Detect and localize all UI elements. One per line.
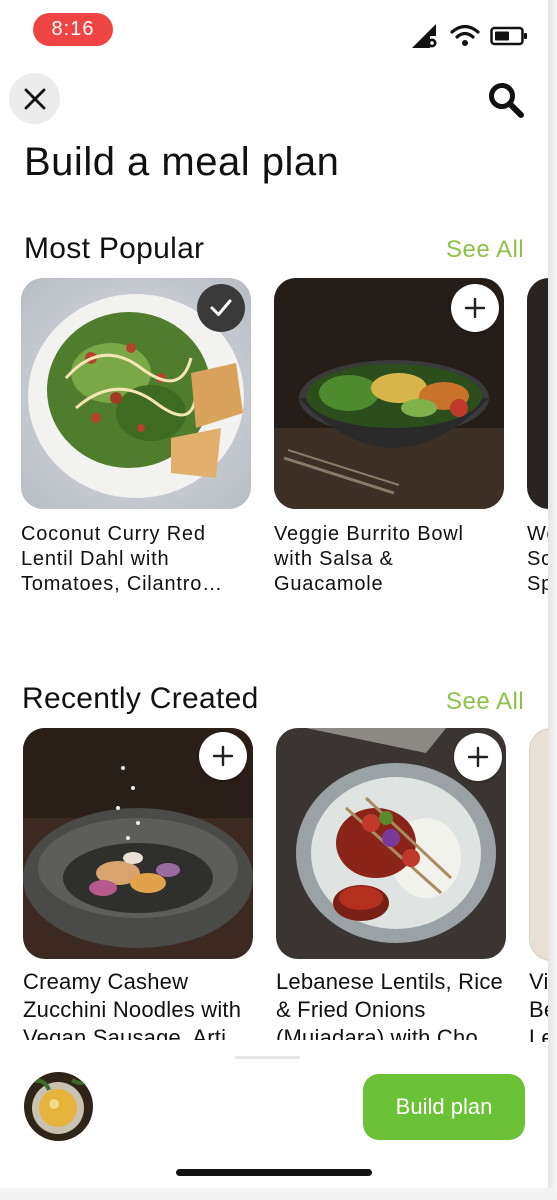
home-indicator: [176, 1169, 372, 1176]
recipe-title: Veggie Burrito Bowl with Salsa & Guacamo…: [274, 523, 464, 595]
plus-icon: [464, 297, 486, 319]
recipe-title: Vi Be Le: [529, 969, 548, 1048]
soup-thumbnail: [24, 1072, 93, 1141]
recipe-image: [527, 278, 548, 509]
recipe-title: Coconut Curry Red Lentil Dahl with Tomat…: [21, 523, 223, 595]
recipe-image: [529, 728, 548, 961]
signal-icon: [412, 24, 437, 48]
see-all-most-popular[interactable]: See All: [446, 236, 524, 264]
build-plan-button[interactable]: Build plan: [363, 1074, 525, 1140]
recipe-title: Lebanese Lentils, Rice & Fried Onions (M…: [276, 969, 503, 1040]
close-button[interactable]: [9, 73, 60, 124]
section-title-most-popular: Most Popular: [24, 232, 205, 265]
close-icon: [24, 88, 45, 109]
battery-icon: [490, 26, 527, 46]
check-icon: [210, 299, 232, 316]
search-button[interactable]: [484, 78, 528, 122]
status-time: 8:16: [33, 13, 113, 46]
add-recipe-button[interactable]: [199, 732, 247, 780]
page-title: Build a meal plan: [24, 140, 340, 184]
bottom-shadow: [0, 1188, 557, 1200]
plus-icon: [467, 746, 489, 768]
recipe-title: Wo So Sp: [527, 523, 548, 595]
recipe-card-peek[interactable]: Vi Be Le: [529, 728, 548, 1048]
wifi-icon: [450, 24, 480, 46]
screen: 8:16 Build a meal plan Most Popular See …: [0, 0, 548, 1190]
status-icons: [410, 14, 536, 58]
see-all-recently-created[interactable]: See All: [446, 688, 524, 716]
selected-recipe-avatar[interactable]: [24, 1072, 93, 1141]
add-recipe-button[interactable]: [451, 284, 499, 332]
search-icon: [489, 83, 524, 118]
plus-icon: [212, 745, 234, 767]
edge-shadow: [548, 0, 557, 1200]
recipe-card-peek[interactable]: Wo So Sp: [527, 278, 548, 608]
section-title-recently-created: Recently Created: [22, 682, 259, 715]
selected-check-button[interactable]: [197, 284, 245, 332]
recipe-title: Creamy Cashew Zucchini Noodles with Vega…: [23, 969, 242, 1040]
sheet-handle[interactable]: [235, 1056, 300, 1059]
add-recipe-button[interactable]: [454, 733, 502, 781]
